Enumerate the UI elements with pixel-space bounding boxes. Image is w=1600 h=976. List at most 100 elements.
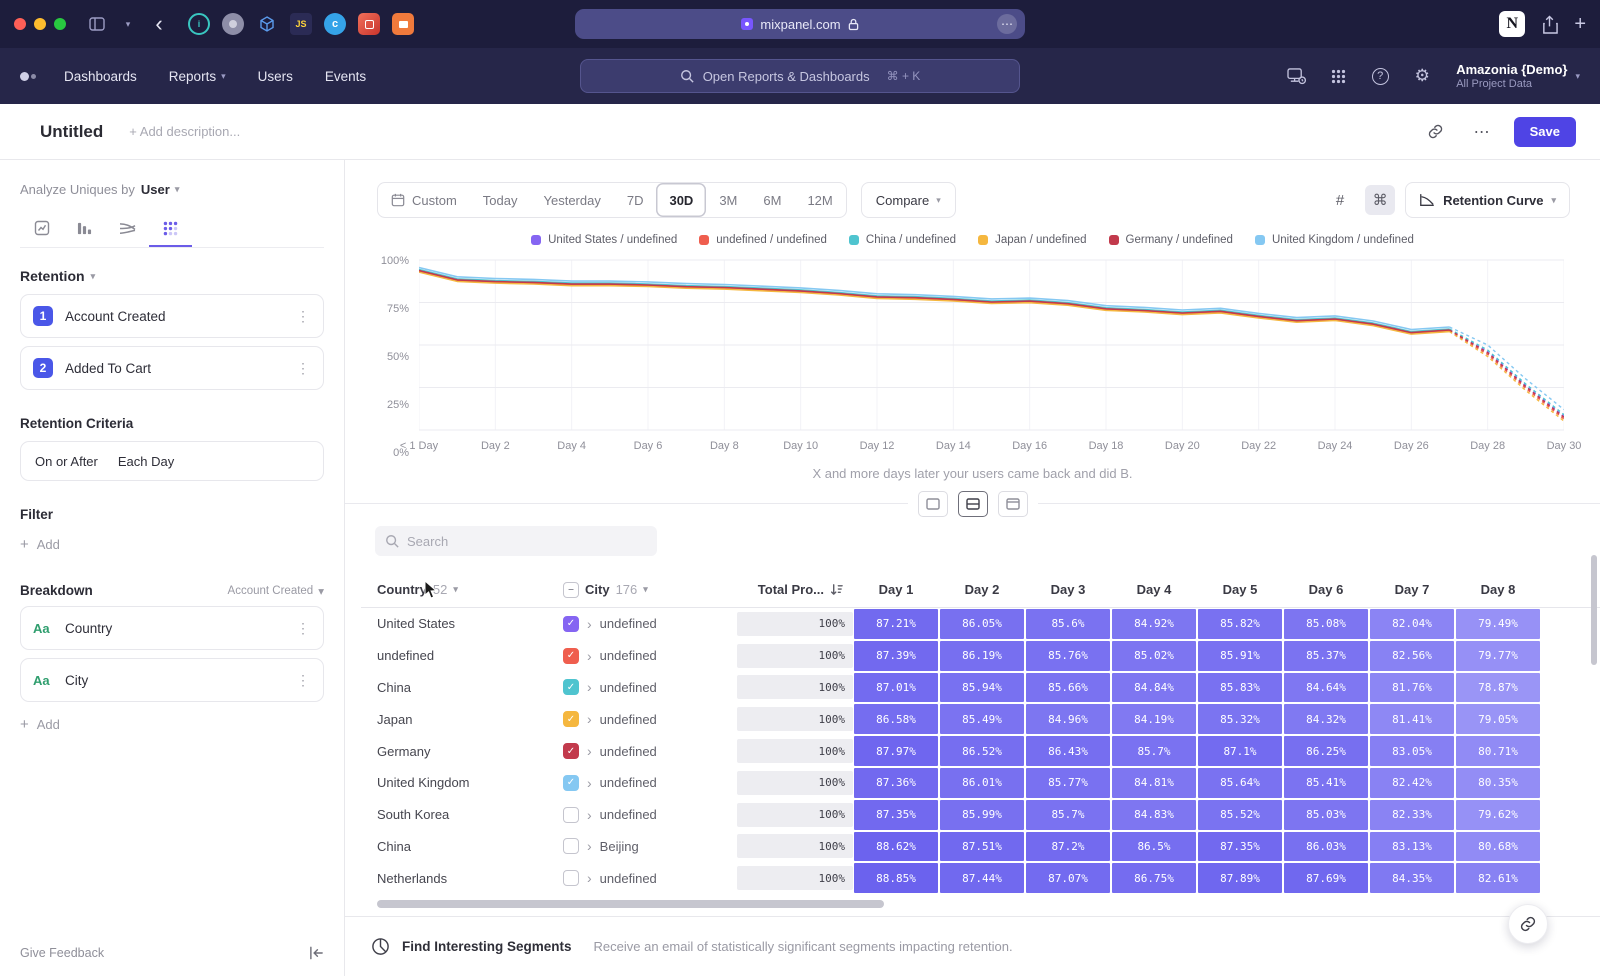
cell-day[interactable]: 86.19% bbox=[939, 640, 1025, 672]
extension-cube-icon[interactable] bbox=[256, 13, 278, 35]
cell-day[interactable]: 87.21% bbox=[853, 608, 939, 640]
cell-day[interactable]: 86.75% bbox=[1111, 862, 1197, 894]
cell-day[interactable]: 86.58% bbox=[853, 703, 939, 735]
tab-retention-icon[interactable] bbox=[149, 211, 192, 247]
expand-row-icon[interactable]: › bbox=[587, 743, 592, 759]
cell-day[interactable]: 85.82% bbox=[1197, 608, 1283, 640]
row-checkbox[interactable] bbox=[563, 838, 579, 854]
cell-day[interactable]: 86.05% bbox=[939, 608, 1025, 640]
expand-row-icon[interactable]: › bbox=[587, 870, 592, 886]
step-menu-icon[interactable]: ⋮ bbox=[296, 360, 311, 377]
cell-day[interactable]: 83.05% bbox=[1369, 735, 1455, 767]
cell-day[interactable]: 86.03% bbox=[1283, 831, 1369, 863]
cell-day[interactable]: 85.91% bbox=[1197, 640, 1283, 672]
extension-js-icon[interactable]: JS bbox=[290, 13, 312, 35]
cell-day[interactable]: 85.49% bbox=[939, 703, 1025, 735]
compare-button[interactable]: Compare ▾ bbox=[861, 182, 956, 218]
cell-day[interactable]: 82.56% bbox=[1369, 640, 1455, 672]
cell-day[interactable]: 86.43% bbox=[1025, 735, 1111, 767]
cell-day[interactable]: 86.25% bbox=[1283, 735, 1369, 767]
cell-day[interactable]: 80.71% bbox=[1455, 735, 1541, 767]
column-header-day-6[interactable]: Day 6 bbox=[1283, 582, 1369, 597]
expand-row-icon[interactable]: › bbox=[587, 679, 592, 695]
column-header-country[interactable]: Country 52 ▾ bbox=[361, 582, 563, 597]
cell-day[interactable]: 87.07% bbox=[1025, 862, 1111, 894]
expand-row-icon[interactable]: › bbox=[587, 648, 592, 664]
cell-day[interactable]: 84.81% bbox=[1111, 767, 1197, 799]
cell-day[interactable]: 85.03% bbox=[1283, 799, 1369, 831]
report-title[interactable]: Untitled bbox=[40, 122, 103, 142]
range-6m[interactable]: 6M bbox=[750, 183, 794, 217]
cell-day[interactable]: 88.62% bbox=[853, 831, 939, 863]
cell-country[interactable]: Netherlands bbox=[361, 871, 563, 886]
layout-chart-only-button[interactable] bbox=[918, 491, 948, 517]
cell-day[interactable]: 87.35% bbox=[853, 799, 939, 831]
row-checkbox[interactable] bbox=[563, 807, 579, 823]
tab-insights-icon[interactable] bbox=[20, 211, 63, 247]
breakdown-menu-icon[interactable]: ⋮ bbox=[296, 620, 311, 637]
minimize-window-button[interactable] bbox=[34, 18, 46, 30]
cell-day[interactable]: 82.04% bbox=[1369, 608, 1455, 640]
cell-day[interactable]: 85.64% bbox=[1197, 767, 1283, 799]
cell-day[interactable]: 81.41% bbox=[1369, 703, 1455, 735]
share-report-fab[interactable] bbox=[1508, 904, 1548, 944]
extension-screen-icon[interactable] bbox=[392, 13, 414, 35]
extension-c-icon[interactable]: c bbox=[324, 13, 346, 35]
zoom-window-button[interactable] bbox=[54, 18, 66, 30]
cell-day[interactable]: 87.1% bbox=[1197, 735, 1283, 767]
row-checkbox[interactable]: ✓ bbox=[563, 711, 579, 727]
cell-day[interactable]: 84.64% bbox=[1283, 672, 1369, 704]
mixpanel-logo-icon[interactable] bbox=[20, 72, 36, 81]
settings-gear-icon[interactable]: ⚙ bbox=[1410, 64, 1434, 88]
cell-day[interactable]: 85.32% bbox=[1197, 703, 1283, 735]
row-checkbox[interactable]: ✓ bbox=[563, 679, 579, 695]
analyze-entity-selector[interactable]: User ▾ bbox=[141, 182, 179, 197]
cell-day[interactable]: 87.2% bbox=[1025, 831, 1111, 863]
cell-day[interactable]: 84.35% bbox=[1369, 862, 1455, 894]
cell-day[interactable]: 80.35% bbox=[1455, 767, 1541, 799]
expand-row-icon[interactable]: › bbox=[587, 838, 592, 854]
table-search-input[interactable]: Search bbox=[375, 526, 657, 556]
cell-day[interactable]: 86.01% bbox=[939, 767, 1025, 799]
row-checkbox[interactable]: ✓ bbox=[563, 775, 579, 791]
nav-item-events[interactable]: Events bbox=[325, 69, 366, 84]
cell-day[interactable]: 79.62% bbox=[1455, 799, 1541, 831]
cell-day[interactable]: 84.96% bbox=[1025, 703, 1111, 735]
column-header-day-5[interactable]: Day 5 bbox=[1197, 582, 1283, 597]
add-filter-button[interactable]: + Add bbox=[20, 536, 324, 553]
cell-day[interactable]: 81.76% bbox=[1369, 672, 1455, 704]
extension-info-icon[interactable]: i bbox=[188, 13, 210, 35]
cell-day[interactable]: 85.83% bbox=[1197, 672, 1283, 704]
cell-day[interactable]: 85.37% bbox=[1283, 640, 1369, 672]
row-checkbox[interactable] bbox=[563, 870, 579, 886]
range-yesterday[interactable]: Yesterday bbox=[531, 183, 614, 217]
new-tab-button[interactable]: + bbox=[1574, 13, 1586, 36]
range-3m[interactable]: 3M bbox=[706, 183, 750, 217]
segments-title[interactable]: Find Interesting Segments bbox=[402, 939, 572, 954]
legend-item-united-kingdom-undefined[interactable]: United Kingdom / undefined bbox=[1255, 234, 1414, 246]
cell-country[interactable]: Japan bbox=[361, 712, 563, 727]
legend-item-germany-undefined[interactable]: Germany / undefined bbox=[1109, 234, 1233, 246]
cell-day[interactable]: 87.36% bbox=[853, 767, 939, 799]
legend-item-japan-undefined[interactable]: Japan / undefined bbox=[978, 234, 1086, 246]
layout-table-only-button[interactable] bbox=[998, 491, 1028, 517]
column-header-day-8[interactable]: Day 8 bbox=[1455, 582, 1541, 597]
save-button[interactable]: Save bbox=[1514, 117, 1576, 147]
cell-day[interactable]: 87.89% bbox=[1197, 862, 1283, 894]
legend-item-china-undefined[interactable]: China / undefined bbox=[849, 234, 956, 246]
range-30d[interactable]: 30D bbox=[656, 183, 706, 217]
url-bar[interactable]: mixpanel.com ⋯ bbox=[575, 9, 1025, 39]
criteria-on-or-after[interactable]: On or After bbox=[35, 454, 98, 469]
column-header-day-1[interactable]: Day 1 bbox=[853, 582, 939, 597]
breakdown-context-selector[interactable]: Account Created ▾ bbox=[228, 584, 324, 598]
retention-chart-svg[interactable] bbox=[419, 256, 1564, 434]
breakdown-menu-icon[interactable]: ⋮ bbox=[296, 672, 311, 689]
number-view-button[interactable]: # bbox=[1325, 185, 1355, 215]
range-today[interactable]: Today bbox=[470, 183, 531, 217]
cell-country[interactable]: Germany bbox=[361, 744, 563, 759]
back-button[interactable]: ‹ bbox=[146, 11, 172, 37]
select-all-checkbox[interactable]: – bbox=[563, 582, 579, 598]
cell-day[interactable]: 84.84% bbox=[1111, 672, 1197, 704]
add-breakdown-button[interactable]: + Add bbox=[20, 716, 324, 733]
nav-item-users[interactable]: Users bbox=[258, 69, 293, 84]
